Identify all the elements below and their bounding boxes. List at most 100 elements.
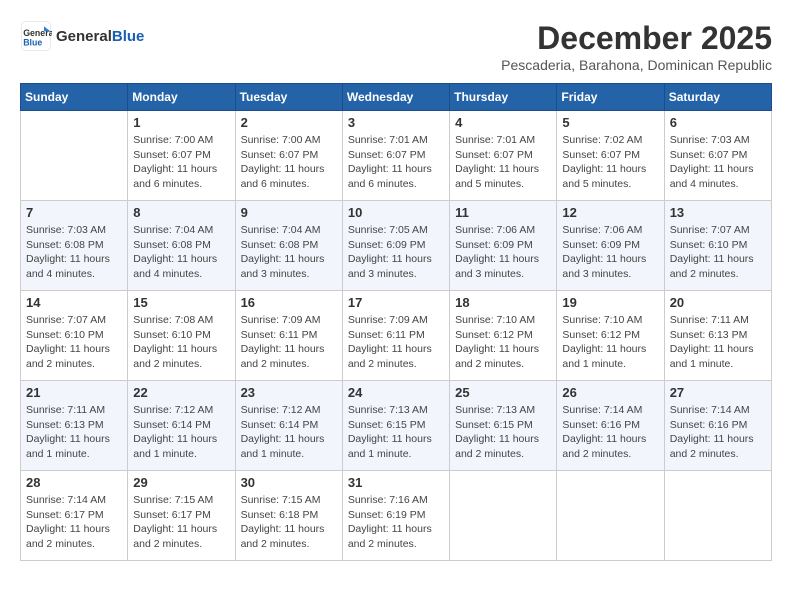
day-info: Sunrise: 7:05 AM Sunset: 6:09 PM Dayligh…: [348, 223, 444, 282]
day-info: Sunrise: 7:11 AM Sunset: 6:13 PM Dayligh…: [670, 313, 766, 372]
day-info: Sunrise: 7:13 AM Sunset: 6:15 PM Dayligh…: [455, 403, 551, 462]
calendar-cell: 5 Sunrise: 7:02 AM Sunset: 6:07 PM Daylig…: [557, 111, 664, 201]
day-number: 14: [26, 295, 122, 310]
day-info: Sunrise: 7:12 AM Sunset: 6:14 PM Dayligh…: [241, 403, 337, 462]
calendar-cell: 8Sunrise: 7:04 AM Sunset: 6:08 PM Daylig…: [128, 201, 235, 291]
day-number: 1: [133, 115, 229, 130]
day-number: 26: [562, 385, 658, 400]
day-number: 5: [562, 115, 658, 130]
calendar-cell: 7Sunrise: 7:03 AM Sunset: 6:08 PM Daylig…: [21, 201, 128, 291]
day-number: 27: [670, 385, 766, 400]
calendar-table: SundayMondayTuesdayWednesdayThursdayFrid…: [20, 83, 772, 561]
day-number: 13: [670, 205, 766, 220]
calendar-cell: 17 Sunrise: 7:09 AM Sunset: 6:11 PM Dayli…: [342, 291, 449, 381]
day-number: 9: [241, 205, 337, 220]
logo-text: GeneralBlue: [56, 28, 144, 45]
day-info: Sunrise: 7:08 AM Sunset: 6:10 PM Dayligh…: [133, 313, 229, 372]
calendar-cell: 21 Sunrise: 7:11 AM Sunset: 6:13 PM Dayli…: [21, 381, 128, 471]
day-number: 19: [562, 295, 658, 310]
day-number: 18: [455, 295, 551, 310]
svg-text:Blue: Blue: [23, 38, 42, 48]
day-number: 12: [562, 205, 658, 220]
logo: General Blue GeneralBlue: [20, 20, 144, 52]
calendar-cell: 11 Sunrise: 7:06 AM Sunset: 6:09 PM Dayli…: [450, 201, 557, 291]
day-header-thursday: Thursday: [450, 84, 557, 111]
day-number: 22: [133, 385, 229, 400]
calendar-cell: 1 Sunrise: 7:00 AM Sunset: 6:07 PM Daylig…: [128, 111, 235, 201]
day-number: 2: [241, 115, 337, 130]
calendar-cell: 15Sunrise: 7:08 AM Sunset: 6:10 PM Dayli…: [128, 291, 235, 381]
day-info: Sunrise: 7:11 AM Sunset: 6:13 PM Dayligh…: [26, 403, 122, 462]
month-title: December 2025: [501, 20, 772, 57]
calendar-week-2: 7Sunrise: 7:03 AM Sunset: 6:08 PM Daylig…: [21, 201, 772, 291]
calendar-cell: 20 Sunrise: 7:11 AM Sunset: 6:13 PM Dayli…: [664, 291, 771, 381]
calendar-cell: [664, 471, 771, 561]
day-number: 3: [348, 115, 444, 130]
day-info: Sunrise: 7:00 AM Sunset: 6:07 PM Dayligh…: [241, 133, 337, 192]
day-info: Sunrise: 7:14 AM Sunset: 6:16 PM Dayligh…: [562, 403, 658, 462]
day-number: 24: [348, 385, 444, 400]
day-header-sunday: Sunday: [21, 84, 128, 111]
day-info: Sunrise: 7:01 AM Sunset: 6:07 PM Dayligh…: [348, 133, 444, 192]
day-info: Sunrise: 7:14 AM Sunset: 6:16 PM Dayligh…: [670, 403, 766, 462]
day-number: 10: [348, 205, 444, 220]
day-info: Sunrise: 7:06 AM Sunset: 6:09 PM Dayligh…: [562, 223, 658, 282]
day-header-saturday: Saturday: [664, 84, 771, 111]
day-number: 7: [26, 205, 122, 220]
title-block: December 2025 Pescaderia, Barahona, Domi…: [501, 20, 772, 73]
day-number: 8: [133, 205, 229, 220]
day-info: Sunrise: 7:03 AM Sunset: 6:07 PM Dayligh…: [670, 133, 766, 192]
day-info: Sunrise: 7:15 AM Sunset: 6:17 PM Dayligh…: [133, 493, 229, 552]
day-number: 16: [241, 295, 337, 310]
day-number: 25: [455, 385, 551, 400]
day-header-friday: Friday: [557, 84, 664, 111]
calendar-cell: 14 Sunrise: 7:07 AM Sunset: 6:10 PM Dayli…: [21, 291, 128, 381]
day-number: 29: [133, 475, 229, 490]
day-number: 17: [348, 295, 444, 310]
calendar-cell: 6Sunrise: 7:03 AM Sunset: 6:07 PM Daylig…: [664, 111, 771, 201]
day-info: Sunrise: 7:10 AM Sunset: 6:12 PM Dayligh…: [562, 313, 658, 372]
calendar-cell: 25 Sunrise: 7:13 AM Sunset: 6:15 PM Dayli…: [450, 381, 557, 471]
calendar-cell: 24Sunrise: 7:13 AM Sunset: 6:15 PM Dayli…: [342, 381, 449, 471]
calendar-cell: 29 Sunrise: 7:15 AM Sunset: 6:17 PM Dayli…: [128, 471, 235, 561]
calendar-week-4: 21 Sunrise: 7:11 AM Sunset: 6:13 PM Dayli…: [21, 381, 772, 471]
day-info: Sunrise: 7:14 AM Sunset: 6:17 PM Dayligh…: [26, 493, 122, 552]
calendar-cell: [21, 111, 128, 201]
day-info: Sunrise: 7:12 AM Sunset: 6:14 PM Dayligh…: [133, 403, 229, 462]
day-info: Sunrise: 7:15 AM Sunset: 6:18 PM Dayligh…: [241, 493, 337, 552]
day-header-wednesday: Wednesday: [342, 84, 449, 111]
day-info: Sunrise: 7:09 AM Sunset: 6:11 PM Dayligh…: [348, 313, 444, 372]
calendar-week-3: 14 Sunrise: 7:07 AM Sunset: 6:10 PM Dayli…: [21, 291, 772, 381]
calendar-cell: 9Sunrise: 7:04 AM Sunset: 6:08 PM Daylig…: [235, 201, 342, 291]
calendar-header-row: SundayMondayTuesdayWednesdayThursdayFrid…: [21, 84, 772, 111]
day-info: Sunrise: 7:02 AM Sunset: 6:07 PM Dayligh…: [562, 133, 658, 192]
calendar-cell: 30Sunrise: 7:15 AM Sunset: 6:18 PM Dayli…: [235, 471, 342, 561]
day-info: Sunrise: 7:06 AM Sunset: 6:09 PM Dayligh…: [455, 223, 551, 282]
day-number: 20: [670, 295, 766, 310]
calendar-cell: 12 Sunrise: 7:06 AM Sunset: 6:09 PM Dayli…: [557, 201, 664, 291]
day-number: 23: [241, 385, 337, 400]
calendar-cell: 18 Sunrise: 7:10 AM Sunset: 6:12 PM Dayli…: [450, 291, 557, 381]
day-number: 28: [26, 475, 122, 490]
day-info: Sunrise: 7:01 AM Sunset: 6:07 PM Dayligh…: [455, 133, 551, 192]
day-info: Sunrise: 7:00 AM Sunset: 6:07 PM Dayligh…: [133, 133, 229, 192]
day-header-monday: Monday: [128, 84, 235, 111]
calendar-cell: 3 Sunrise: 7:01 AM Sunset: 6:07 PM Daylig…: [342, 111, 449, 201]
day-header-tuesday: Tuesday: [235, 84, 342, 111]
calendar-week-1: 1 Sunrise: 7:00 AM Sunset: 6:07 PM Daylig…: [21, 111, 772, 201]
calendar-cell: 27 Sunrise: 7:14 AM Sunset: 6:16 PM Dayli…: [664, 381, 771, 471]
day-info: Sunrise: 7:07 AM Sunset: 6:10 PM Dayligh…: [26, 313, 122, 372]
calendar-cell: [557, 471, 664, 561]
day-number: 31: [348, 475, 444, 490]
day-info: Sunrise: 7:07 AM Sunset: 6:10 PM Dayligh…: [670, 223, 766, 282]
calendar-cell: 19 Sunrise: 7:10 AM Sunset: 6:12 PM Dayli…: [557, 291, 664, 381]
calendar-cell: 10 Sunrise: 7:05 AM Sunset: 6:09 PM Dayli…: [342, 201, 449, 291]
calendar-cell: [450, 471, 557, 561]
day-number: 21: [26, 385, 122, 400]
calendar-cell: 16Sunrise: 7:09 AM Sunset: 6:11 PM Dayli…: [235, 291, 342, 381]
calendar-cell: 26 Sunrise: 7:14 AM Sunset: 6:16 PM Dayli…: [557, 381, 664, 471]
calendar-cell: 2 Sunrise: 7:00 AM Sunset: 6:07 PM Daylig…: [235, 111, 342, 201]
day-info: Sunrise: 7:10 AM Sunset: 6:12 PM Dayligh…: [455, 313, 551, 372]
page-header: General Blue GeneralBlue December 2025 P…: [20, 20, 772, 73]
day-number: 11: [455, 205, 551, 220]
